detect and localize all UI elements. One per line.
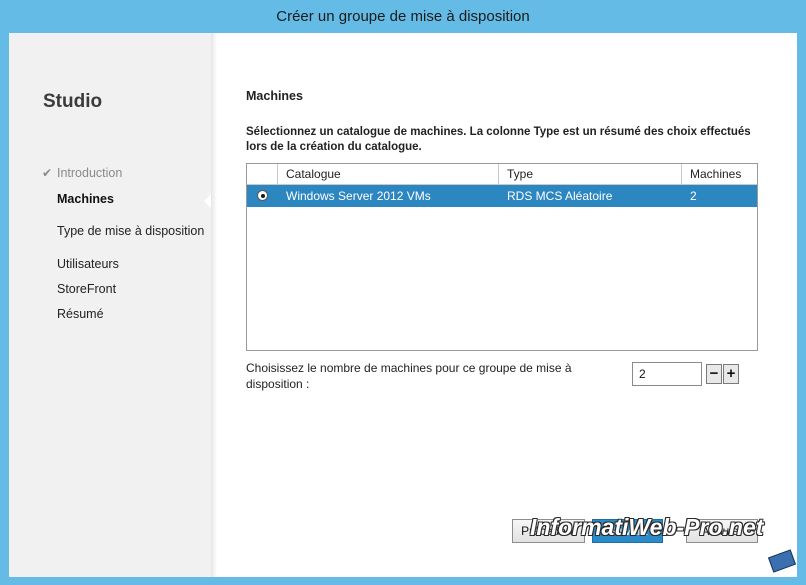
sidebar-step-delivery-type[interactable]: Type de mise à disposition <box>57 224 204 238</box>
row-select-cell[interactable] <box>247 185 278 207</box>
cell-type: RDS MCS Aléatoire <box>507 189 613 203</box>
sidebar-step-machines[interactable]: Machines <box>57 192 114 206</box>
window-title: Créer un groupe de mise à disposition <box>276 8 530 25</box>
catalog-table-header: Catalogue Type Machines <box>247 164 757 185</box>
wizard-sidebar: Studio ✔ Introduction Machines Type de m… <box>9 33 211 577</box>
section-title: Machines <box>246 89 303 103</box>
check-icon: ✔ <box>42 166 53 180</box>
machine-count-label: Choisissez le nombre de machines pour ce… <box>246 361 572 391</box>
sidebar-step-users[interactable]: Utilisateurs <box>57 257 119 271</box>
sidebar-step-storefront[interactable]: StoreFront <box>57 282 116 296</box>
table-row[interactable]: Windows Server 2012 VMs RDS MCS Aléatoir… <box>247 185 757 207</box>
panel-divider <box>211 33 217 577</box>
machine-count-input[interactable] <box>632 362 702 386</box>
wizard-window: Créer un groupe de mise à disposition St… <box>0 0 806 585</box>
increment-button[interactable]: + <box>723 364 739 384</box>
column-header-catalogue[interactable]: Catalogue <box>278 164 499 184</box>
radio-button[interactable] <box>257 190 268 201</box>
decrement-button[interactable]: − <box>706 364 722 384</box>
column-header-type[interactable]: Type <box>499 164 682 184</box>
watermark-logo: InformatiWeb-Pro.net <box>530 514 764 540</box>
sidebar-step-introduction[interactable]: Introduction <box>57 166 122 180</box>
cell-catalogue: Windows Server 2012 VMs <box>286 189 431 203</box>
instructions-text: Sélectionnez un catalogue de machines. L… <box>246 126 751 153</box>
catalog-table: Catalogue Type Machines Windows Server 2… <box>246 163 758 351</box>
column-header-machines[interactable]: Machines <box>682 164 757 184</box>
wizard-client-area: Studio ✔ Introduction Machines Type de m… <box>9 33 797 577</box>
column-header-select <box>247 164 278 184</box>
sidebar-step-summary[interactable]: Résumé <box>57 307 104 321</box>
radio-selected-dot <box>260 193 265 198</box>
current-step-indicator <box>204 194 211 208</box>
studio-title: Studio <box>43 91 103 112</box>
cell-machines: 2 <box>690 189 697 203</box>
